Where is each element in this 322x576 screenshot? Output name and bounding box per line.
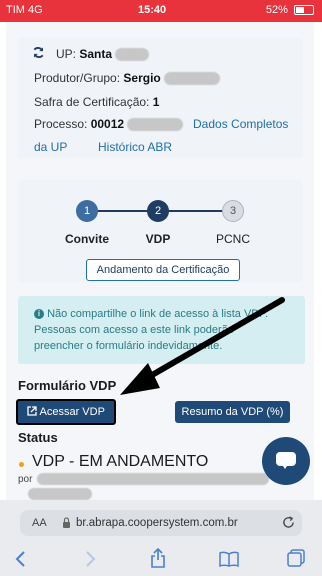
- forward-icon[interactable]: [84, 551, 96, 567]
- back-icon[interactable]: [15, 551, 27, 567]
- url-bar[interactable]: AA br.abrapa.coopersystem.com.br: [20, 510, 302, 536]
- reload-icon[interactable]: [282, 516, 295, 529]
- text-size-button[interactable]: AA: [32, 517, 47, 529]
- url-text: br.abrapa.coopersystem.com.br: [76, 517, 238, 529]
- bookmarks-icon[interactable]: [219, 551, 239, 567]
- lock-icon: [63, 517, 70, 528]
- share-icon[interactable]: [150, 548, 166, 568]
- annotation-arrow: [120, 297, 285, 395]
- tabs-icon[interactable]: [287, 549, 305, 567]
